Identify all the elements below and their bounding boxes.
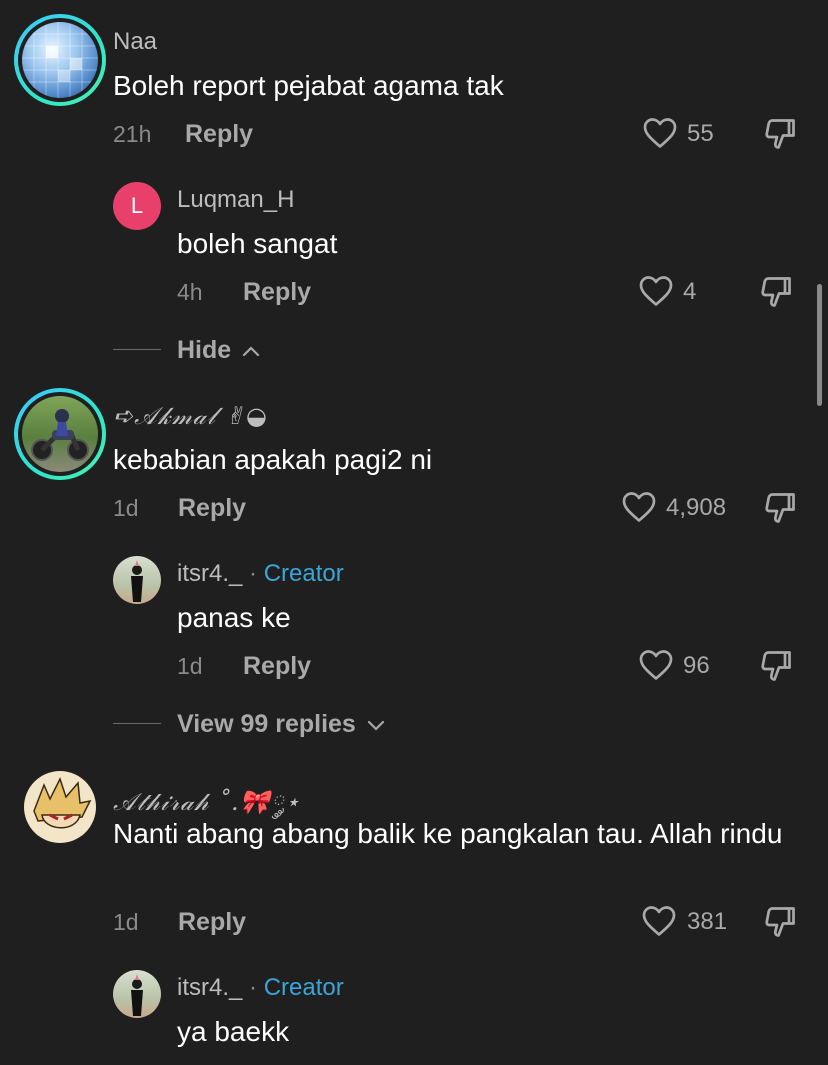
- comment-timestamp: 4h: [177, 279, 203, 305]
- comment-username[interactable]: Luqman_H: [177, 186, 294, 214]
- heart-icon[interactable]: [638, 648, 674, 682]
- avatar[interactable]: [113, 970, 161, 1018]
- heart-icon[interactable]: [641, 904, 677, 938]
- avatar[interactable]: [22, 22, 98, 98]
- separator: ·: [249, 974, 258, 1001]
- separator: ·: [249, 560, 258, 587]
- like-count: 4,908: [666, 494, 727, 521]
- comment-username[interactable]: itsr4._: [177, 974, 242, 1001]
- comment-timestamp: 1d: [177, 653, 203, 679]
- like-count: 55: [687, 120, 714, 147]
- scrollbar[interactable]: [817, 284, 822, 406]
- comment-text: Nanti abang abang balik ke pangkalan tau…: [113, 818, 783, 849]
- comment-timestamp: 21h: [113, 121, 152, 147]
- hide-label: Hide: [177, 336, 232, 364]
- reply-button[interactable]: Reply: [185, 120, 253, 149]
- reply-button[interactable]: Reply: [178, 908, 246, 937]
- avatar[interactable]: [22, 396, 98, 472]
- reply-button[interactable]: Reply: [243, 652, 311, 681]
- comment-text: boleh sangat: [177, 228, 338, 259]
- avatar[interactable]: [113, 556, 161, 604]
- comment-text: Boleh report pejabat agama tak: [113, 70, 504, 101]
- comment-timestamp: 1d: [113, 909, 139, 935]
- comment-username-row: itsr4._ · Creator: [177, 974, 344, 1002]
- heart-icon[interactable]: [642, 116, 678, 150]
- comment-text: kebabian apakah pagi2 ni: [113, 444, 433, 475]
- dislike-icon[interactable]: [758, 274, 794, 310]
- creator-badge: Creator: [263, 974, 344, 1001]
- divider: [113, 723, 161, 724]
- view-replies-label[interactable]: View 99 replies: [177, 710, 385, 739]
- comment-username-row: itsr4._ · Creator: [177, 560, 344, 588]
- person-icon: [131, 974, 143, 1016]
- comment-text: panas ke: [177, 602, 291, 633]
- chevron-up-icon: [243, 346, 260, 357]
- comment-username[interactable]: Naa: [113, 28, 157, 56]
- view-replies-text: View 99 replies: [177, 710, 356, 738]
- dislike-icon[interactable]: [758, 648, 794, 684]
- chevron-down-icon: [367, 720, 384, 731]
- disco-ball-icon: [22, 22, 98, 98]
- comment-username[interactable]: itsr4._: [177, 560, 242, 587]
- dislike-icon[interactable]: [762, 490, 798, 526]
- like-count: 381: [687, 908, 728, 935]
- dislike-icon[interactable]: [762, 116, 798, 152]
- reply-button[interactable]: Reply: [178, 494, 246, 523]
- anime-character-icon: [33, 777, 92, 829]
- avatar[interactable]: L: [113, 182, 161, 230]
- comment-timestamp: 1d: [113, 495, 139, 521]
- comment-text: ya baekk: [177, 1016, 290, 1047]
- heart-icon[interactable]: [621, 490, 657, 524]
- avatar[interactable]: [24, 771, 96, 843]
- person-icon: [131, 560, 143, 602]
- comment-username[interactable]: ➪𝒜𝓀𝓂𝒶𝓁 ✌︎◒: [113, 402, 268, 430]
- divider: [113, 349, 161, 350]
- creator-badge: Creator: [263, 560, 344, 587]
- heart-icon[interactable]: [638, 274, 674, 308]
- reply-button[interactable]: Reply: [243, 278, 311, 307]
- hide-replies-label[interactable]: Hide: [177, 336, 260, 365]
- like-count: 4: [683, 278, 697, 305]
- motorbike-icon: [31, 409, 89, 461]
- dislike-icon[interactable]: [762, 904, 798, 940]
- like-count: 96: [683, 652, 710, 679]
